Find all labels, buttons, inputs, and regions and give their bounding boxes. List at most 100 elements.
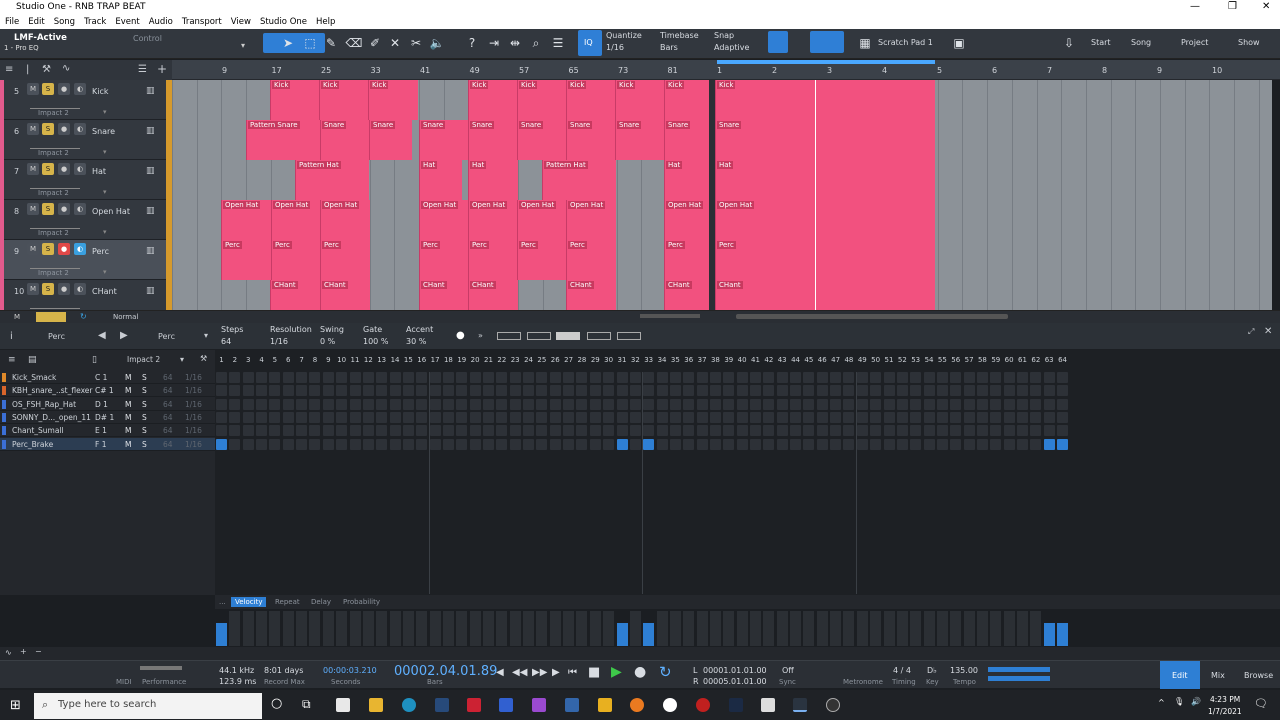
event-clip[interactable]: Snare <box>419 120 469 160</box>
step-cell[interactable] <box>282 438 294 450</box>
menu-transport[interactable]: Transport <box>182 17 222 27</box>
velocity-bar[interactable] <box>750 611 761 646</box>
step-cell[interactable] <box>296 385 308 397</box>
step-cell[interactable] <box>469 438 481 450</box>
step-cell[interactable] <box>469 411 481 423</box>
step-cell[interactable] <box>1043 372 1055 383</box>
instrument-name[interactable]: Chant_Sumall <box>12 426 64 435</box>
step-cell[interactable] <box>616 411 628 423</box>
step-number[interactable]: 50 <box>869 356 882 364</box>
step-cell[interactable] <box>816 425 828 437</box>
velocity-bar[interactable] <box>656 611 668 646</box>
velocity-bar[interactable] <box>896 611 908 646</box>
event-clip[interactable]: Pattern Hat <box>542 160 616 200</box>
step-cell[interactable] <box>429 425 441 437</box>
step-cell[interactable] <box>389 411 401 423</box>
track-name[interactable]: CHant <box>92 287 117 296</box>
step-cell[interactable] <box>870 425 882 437</box>
step-cell[interactable] <box>576 398 588 410</box>
step-cell[interactable] <box>456 372 468 383</box>
step-cell[interactable] <box>723 385 735 397</box>
step-number[interactable]: 47 <box>829 356 842 364</box>
tab-velocity[interactable]: Velocity <box>231 597 267 607</box>
event-clip[interactable]: Kick <box>715 80 935 120</box>
event-clip[interactable]: Open Hat <box>517 200 567 240</box>
automation-icon[interactable]: ∿ <box>62 63 70 74</box>
time-signature[interactable]: 4 / 4 <box>893 666 911 675</box>
chevron-down-icon[interactable]: ▾ <box>180 355 184 364</box>
step-cell[interactable] <box>269 372 281 383</box>
step-cell[interactable] <box>643 438 655 450</box>
step-cell[interactable] <box>1003 385 1015 397</box>
step-cell[interactable] <box>750 411 761 423</box>
record-icon[interactable]: ● <box>456 330 465 341</box>
instrument-row[interactable]: KBH_snare_..st_flexer C# 1 M S 64 1/16 <box>0 384 215 398</box>
step-cell[interactable] <box>229 398 241 410</box>
wrench-icon[interactable]: ⚒ <box>200 354 207 363</box>
step-cell[interactable] <box>643 411 655 423</box>
step-cell[interactable] <box>216 411 227 423</box>
step-cell[interactable] <box>229 385 241 397</box>
step-cell[interactable] <box>549 438 561 450</box>
app-icon[interactable] <box>826 698 840 712</box>
step-number[interactable]: 63 <box>1043 356 1056 364</box>
step-cell[interactable] <box>256 425 268 437</box>
step-number[interactable]: 26 <box>549 356 562 364</box>
step-cell[interactable] <box>870 411 882 423</box>
menu-studio-one[interactable]: Studio One <box>260 17 307 27</box>
step-number[interactable]: 49 <box>856 356 869 364</box>
step-cell[interactable] <box>669 411 681 423</box>
velocity-bar[interactable] <box>309 611 321 646</box>
blender-icon[interactable] <box>630 698 644 712</box>
show-button[interactable]: Show <box>1238 38 1260 47</box>
event-clip[interactable]: CHant <box>715 280 935 312</box>
monitor-button[interactable]: ◐ <box>74 203 86 215</box>
piano-icon[interactable]: ▥ <box>146 86 155 96</box>
swing-value[interactable]: 0 % <box>320 337 335 346</box>
step-cell[interactable] <box>469 425 481 437</box>
step-cell[interactable] <box>483 385 494 397</box>
step-cell[interactable] <box>843 411 855 423</box>
step-cell[interactable] <box>402 385 414 397</box>
step-cell[interactable] <box>683 438 695 450</box>
step-cell[interactable] <box>709 385 721 397</box>
mic-icon[interactable]: 🎙 <box>1174 697 1184 706</box>
step-cell[interactable] <box>242 372 254 383</box>
go-end-icon[interactable]: ⏮ <box>568 667 577 678</box>
resolution-value[interactable]: 1/16 <box>270 337 288 346</box>
cortana-icon[interactable]: ○ <box>271 696 282 711</box>
step-cell[interactable] <box>830 385 842 397</box>
velocity-bar[interactable] <box>576 611 588 646</box>
velocity-bar[interactable] <box>910 611 922 646</box>
step-cell[interactable] <box>883 398 895 410</box>
step-cell[interactable] <box>336 438 348 450</box>
step-cell[interactable] <box>763 411 775 423</box>
step-cell[interactable] <box>1003 372 1015 383</box>
step-number[interactable]: 33 <box>642 356 655 364</box>
tab-repeat[interactable]: Repeat <box>271 597 304 607</box>
step-cell[interactable] <box>576 411 588 423</box>
step-cell[interactable] <box>750 372 761 383</box>
step-cell[interactable] <box>696 398 708 410</box>
step-cell[interactable] <box>549 398 561 410</box>
step-cell[interactable] <box>483 398 494 410</box>
step-cell[interactable] <box>589 372 601 383</box>
step-cell[interactable] <box>629 411 641 423</box>
quantize-icon[interactable]: ⇥ <box>485 34 503 52</box>
velocity-bar[interactable] <box>843 611 855 646</box>
instrument-row[interactable]: Chant_Sumall E 1 M S 64 1/16 <box>0 424 215 438</box>
menu-song[interactable]: Song <box>54 17 75 27</box>
step-cell[interactable] <box>376 425 388 437</box>
store-icon[interactable] <box>336 698 350 712</box>
step-cell[interactable] <box>429 372 441 383</box>
step-cell[interactable] <box>242 411 254 423</box>
app-icon[interactable] <box>598 698 612 712</box>
velocity-bar[interactable] <box>256 611 268 646</box>
step-cell[interactable] <box>883 385 895 397</box>
step-cell[interactable] <box>896 425 908 437</box>
step-cell[interactable] <box>442 438 454 450</box>
step-cell[interactable] <box>696 385 708 397</box>
step-cell[interactable] <box>976 372 988 383</box>
step-cell[interactable] <box>1017 372 1028 383</box>
mute-button[interactable]: M <box>125 413 131 422</box>
